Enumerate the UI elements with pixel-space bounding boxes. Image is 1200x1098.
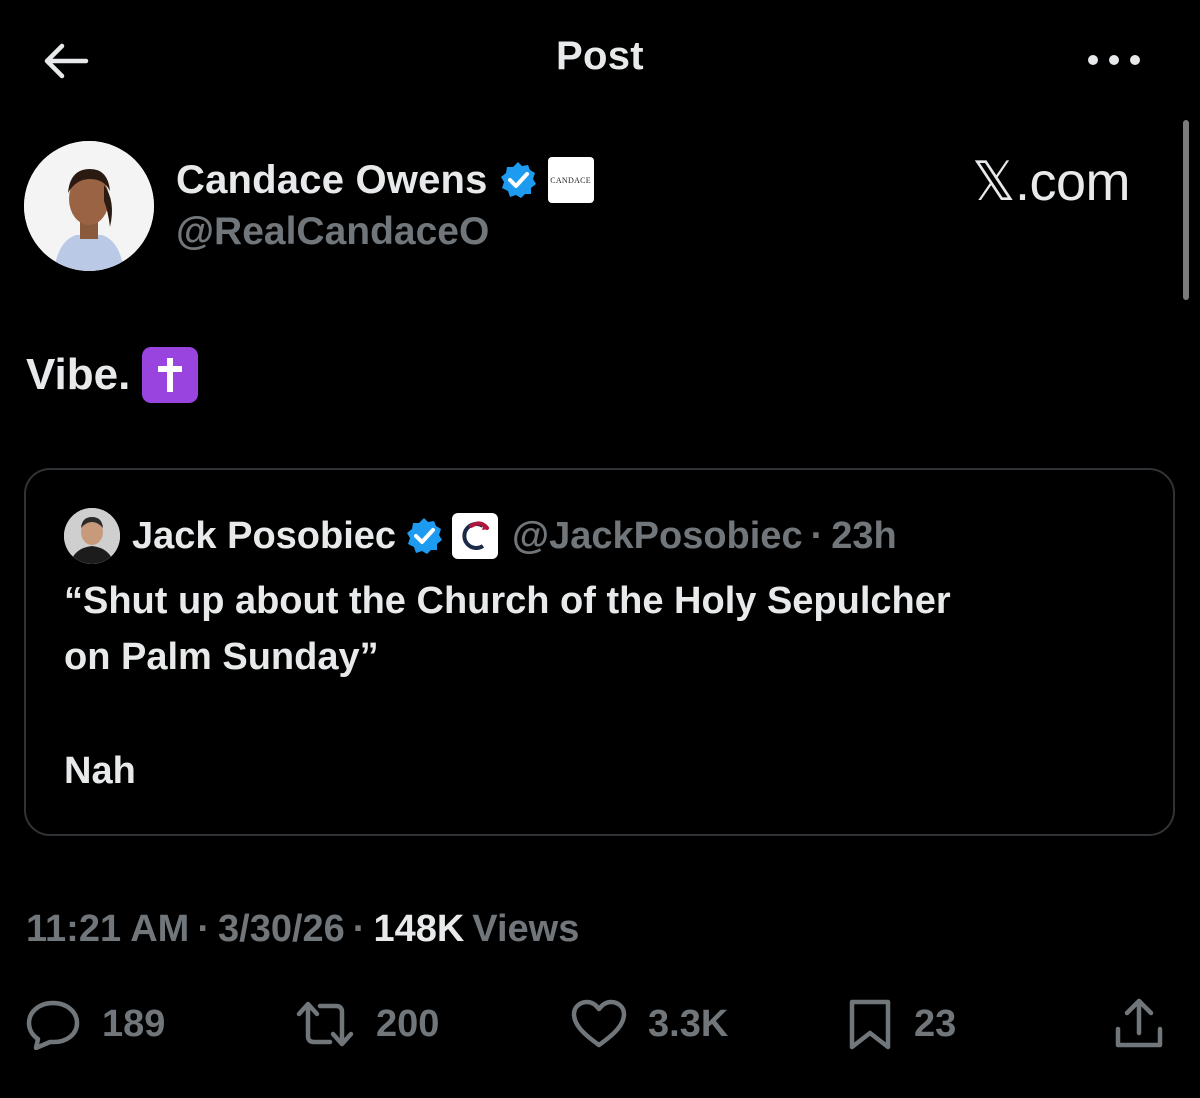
post-page: Post Candace Owens CANDACE @RealCandaceO… <box>0 0 1200 1098</box>
avatar-image <box>24 141 154 271</box>
quoted-post-header: Jack Posobiec @JackPosobiec · 23h <box>64 508 897 564</box>
action-bar: 189 200 3.3K 23 <box>0 994 1200 1054</box>
quoted-text-line-3: Nah <box>64 750 136 792</box>
share-button[interactable] <box>1112 994 1166 1054</box>
separator-dot: · <box>810 514 824 557</box>
author-avatar[interactable] <box>24 141 154 271</box>
like-button[interactable]: 3.3K <box>570 994 728 1054</box>
quoted-avatar-image <box>64 508 120 564</box>
share-icon <box>1115 998 1163 1048</box>
separator-dot: · <box>352 907 366 950</box>
quoted-affiliate-badge[interactable] <box>452 513 499 559</box>
latin-cross-emoji <box>142 347 199 403</box>
quoted-author-name[interactable]: Jack Posobiec <box>132 515 396 558</box>
affiliate-badge[interactable]: CANDACE <box>547 157 594 203</box>
reply-icon <box>26 1000 80 1050</box>
quoted-author-avatar[interactable] <box>64 508 120 564</box>
post-text-row: Vibe. <box>26 344 199 406</box>
views-count[interactable]: 148K <box>373 908 464 951</box>
post-date: 3/30/26 <box>218 907 345 950</box>
verified-badge-icon <box>500 162 536 198</box>
heart-icon <box>571 999 627 1048</box>
quoted-post-time[interactable]: 23h <box>831 515 896 558</box>
post-meta: 11:21 AM · 3/30/26 · 148K Views <box>26 903 579 955</box>
scrollbar[interactable] <box>1183 120 1189 300</box>
reply-count: 189 <box>102 1002 166 1045</box>
author-name[interactable]: Candace Owens <box>176 158 488 203</box>
author-name-row: Candace Owens CANDACE <box>176 152 594 208</box>
verified-badge-icon <box>407 518 443 554</box>
quoted-text-line-2: on Palm Sunday” <box>64 636 379 678</box>
repost-count: 200 <box>376 1002 440 1045</box>
repost-button[interactable]: 200 <box>294 994 439 1054</box>
watermark: 𝕏.com <box>972 152 1131 212</box>
more-horizontal-icon <box>1088 55 1140 65</box>
quoted-post-card[interactable]: Jack Posobiec @JackPosobiec · 23h “Shut … <box>24 468 1175 836</box>
post-time: 11:21 AM <box>26 907 190 950</box>
post-text: Vibe. <box>26 350 131 399</box>
quoted-author-handle[interactable]: @JackPosobiec <box>512 515 803 558</box>
top-bar: Post <box>0 0 1200 120</box>
page-title: Post <box>556 34 644 78</box>
affiliate-logo-icon <box>462 521 490 550</box>
more-button[interactable] <box>1084 42 1144 78</box>
bookmark-count: 23 <box>914 1002 957 1045</box>
bookmark-button[interactable]: 23 <box>846 994 956 1054</box>
views-label: Views <box>472 907 580 950</box>
author-handle[interactable]: @RealCandaceO <box>176 210 489 254</box>
like-count: 3.3K <box>648 1002 729 1045</box>
quoted-text-line-1: “Shut up about the Church of the Holy Se… <box>64 580 951 622</box>
repost-icon <box>296 1001 354 1047</box>
bookmark-icon <box>849 999 891 1050</box>
separator-dot: · <box>197 907 210 950</box>
reply-button[interactable]: 189 <box>24 994 165 1054</box>
